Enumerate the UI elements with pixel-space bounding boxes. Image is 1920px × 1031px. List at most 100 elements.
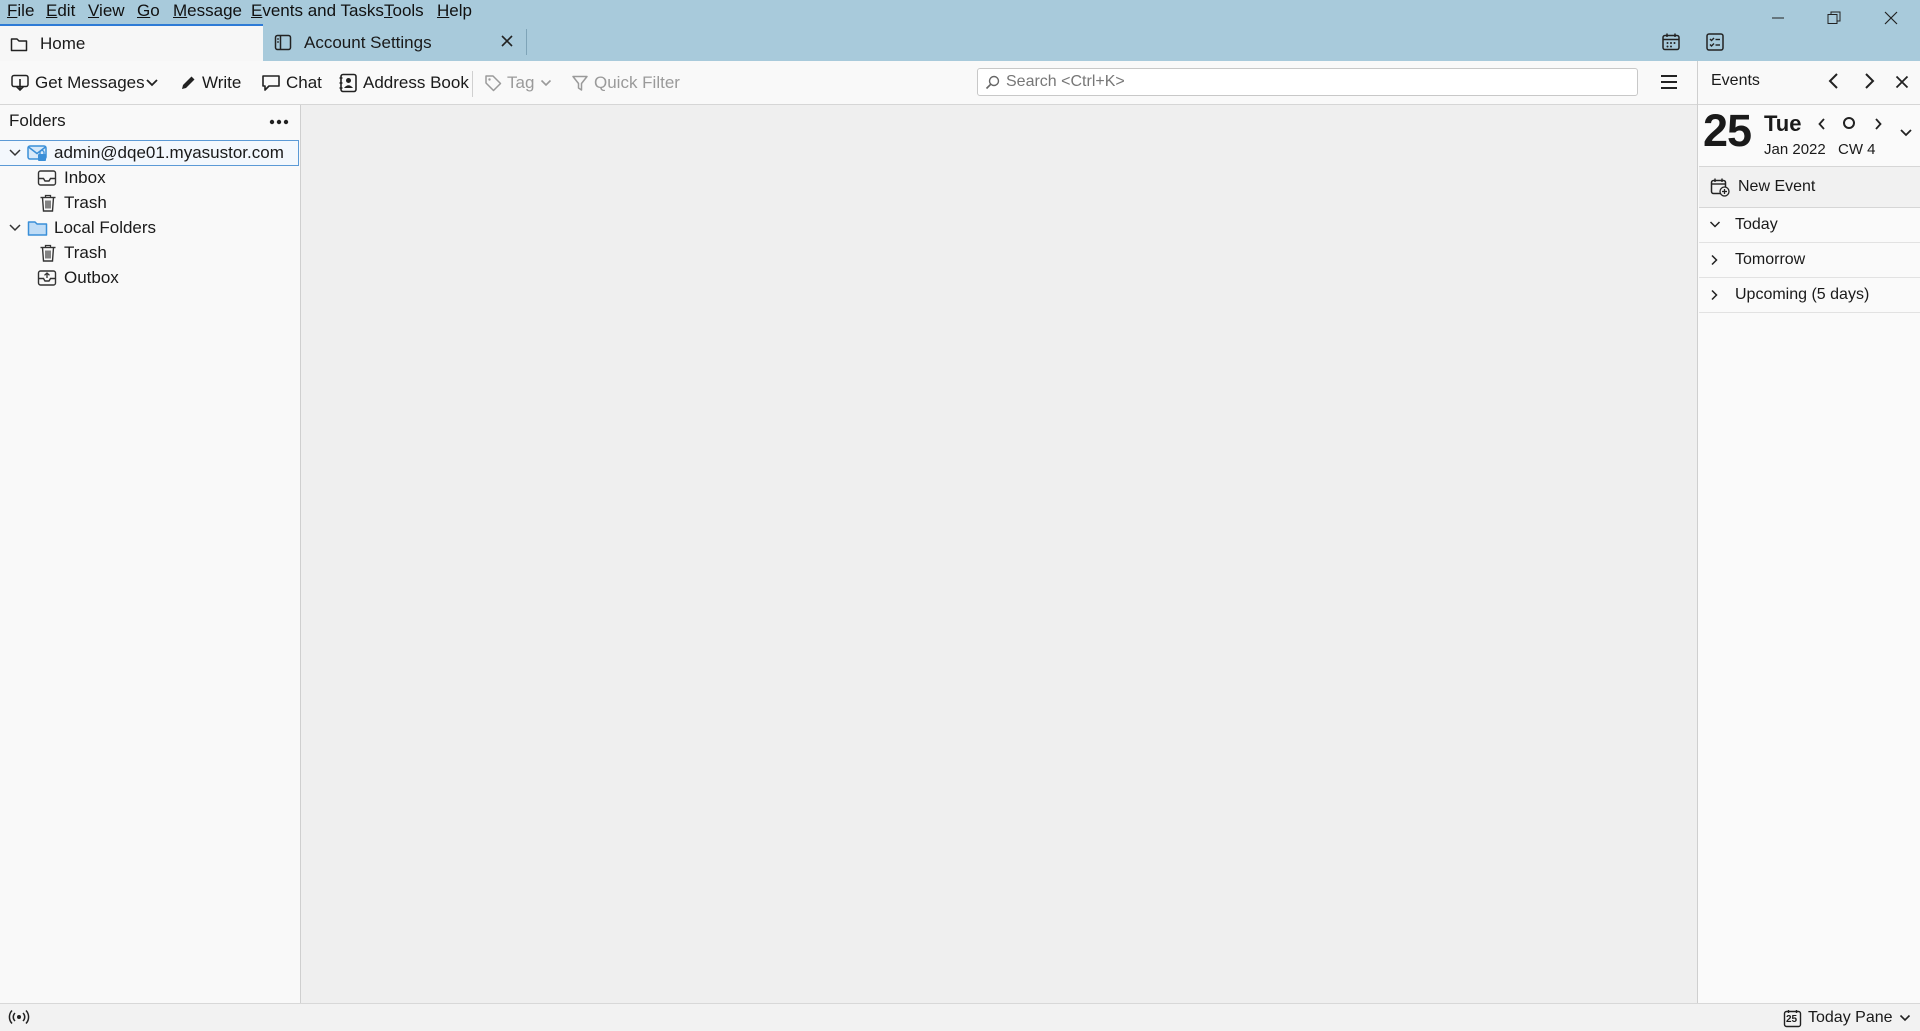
close-icon [1895,75,1909,89]
quick-filter-label: Quick Filter [594,72,680,92]
folder-inbox-label: Inbox [64,168,106,187]
chat-label: Chat [286,72,322,92]
address-book-icon [338,73,358,93]
more-options-icon [269,119,289,125]
today-pane-toggle[interactable]: 25 Today Pane [1783,1007,1911,1029]
restore-icon [1827,11,1841,24]
menu-file[interactable]: File [7,1,34,21]
agenda-section-upcoming[interactable]: Upcoming (5 days) [1699,278,1920,313]
previous-view-button[interactable] [1827,72,1841,90]
online-status-icon [8,1009,30,1025]
tag-button[interactable]: Tag [484,61,552,104]
trash-icon [39,244,57,262]
calendar-tab-button[interactable] [1661,32,1681,52]
get-messages-dropdown[interactable] [145,61,165,104]
toolbar-separator [472,71,473,97]
write-label: Write [202,72,242,92]
restore-button[interactable] [1814,6,1854,30]
search-input[interactable] [1004,72,1618,92]
tab-account-settings-label: Account Settings [304,32,432,52]
menu-edit[interactable]: Edit [46,1,75,21]
tab-home-label: Home [40,33,86,53]
app-menu-button[interactable] [1660,73,1678,91]
account-settings-icon [274,34,292,51]
folder-account-admin-label: admin@dqe01.myasustor.com [54,143,284,162]
today-month-year: Jan 2022 [1764,141,1826,158]
today-weekday: Tue [1764,111,1802,136]
calendar-day-icon: 25 [1783,1009,1802,1028]
chevron-down-icon [1899,1014,1911,1022]
agenda-section-tomorrow[interactable]: Tomorrow [1699,243,1920,278]
folder-trash-label: Trash [64,243,107,262]
folder-local-folders-label: Local Folders [54,218,157,237]
folder-inbox[interactable]: Inbox [0,166,298,190]
chat-button[interactable]: Chat [261,61,322,104]
next-day-button[interactable] [1873,117,1883,131]
chat-icon [261,73,281,92]
tag-icon [484,74,502,92]
agenda-section-today[interactable]: Today [1699,208,1920,243]
search-field[interactable] [977,68,1638,96]
tab-divider [526,29,527,55]
circle-today-icon [1843,117,1855,129]
chevron-right-icon [1710,254,1720,266]
menu-tools[interactable]: Tools [384,1,424,21]
agenda-section-label: Tomorrow [1735,251,1806,268]
today-button[interactable] [1842,116,1856,130]
folder-outbox[interactable]: Outbox [0,266,298,290]
previous-day-button[interactable] [1817,117,1827,131]
menu-message[interactable]: Message [173,1,242,21]
status-bar [0,1003,1920,1031]
minimize-button[interactable] [1758,6,1798,30]
close-icon [1884,11,1898,25]
folder-account-local-folders[interactable]: Local Folders [0,216,298,240]
tab-close-button[interactable] [500,34,514,48]
menu-help[interactable]: Help [437,1,472,21]
online-status-button[interactable] [8,1009,30,1025]
address-book-label: Address Book [363,72,469,92]
minimize-icon [1772,17,1784,19]
tab-home[interactable]: Home [0,24,263,61]
write-button[interactable]: Write [179,61,241,104]
address-book-button[interactable]: Address Book [338,61,469,104]
get-messages-icon [10,73,30,93]
new-event-label: New Event [1738,178,1816,195]
quick-filter-button[interactable]: Quick Filter [571,61,680,104]
chevron-right-icon [1710,289,1720,301]
tab-account-settings[interactable]: Account Settings [264,24,526,61]
calendar-day-icon-number: 25 [1786,1013,1798,1025]
mail-account-icon [27,144,47,162]
folder-icon [10,36,28,52]
pencil-icon [179,74,197,92]
new-event-button[interactable]: New Event [1699,167,1920,208]
menu-view[interactable]: View [88,1,125,21]
folder-account-admin[interactable]: admin@dqe01.myasustor.com [0,140,299,166]
chevron-down-icon[interactable] [8,222,22,234]
chevron-down-icon [146,78,158,86]
close-window-button[interactable] [1871,6,1911,30]
hamburger-menu-icon [1661,75,1677,89]
menu-go[interactable]: Go [137,1,160,21]
next-view-button[interactable] [1862,72,1876,90]
mini-month-toggle[interactable] [1899,128,1913,138]
close-today-pane-button[interactable] [1895,75,1909,89]
tasks-tab-button[interactable] [1705,32,1725,52]
search-icon [985,75,1000,90]
folder-outbox-label: Outbox [64,268,119,287]
get-messages-label: Get Messages [35,72,145,92]
chevron-down-icon [1900,129,1912,137]
message-pane-empty [301,105,1697,1003]
today-pane-title: Events [1711,72,1760,89]
filter-icon [571,74,589,92]
folder-trash[interactable]: Trash [0,191,298,215]
folder-icon [27,219,48,237]
new-event-icon [1710,177,1730,197]
chevron-right-icon [1875,118,1882,130]
chevron-left-icon [1818,118,1825,130]
trash-icon [39,194,57,212]
get-messages-button[interactable]: Get Messages [10,61,145,104]
chevron-down-icon[interactable] [8,147,22,159]
menu-events-and-tasks[interactable]: Events and Tasks [251,1,384,21]
folder-pane-options-button[interactable] [268,113,292,131]
folder-trash[interactable]: Trash [0,241,298,265]
